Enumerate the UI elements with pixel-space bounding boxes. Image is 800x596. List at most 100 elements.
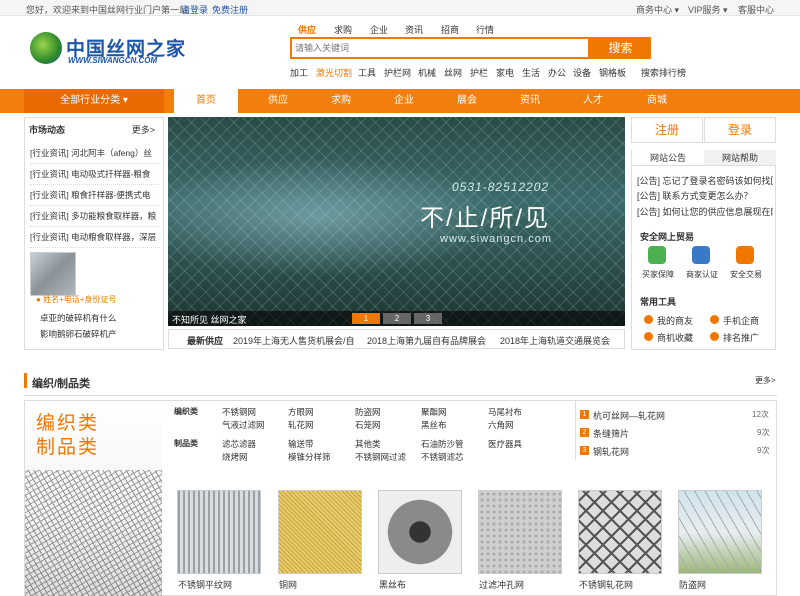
login-link[interactable]: 请登录 [181, 3, 208, 16]
hot-keyword[interactable]: 家电 [496, 66, 514, 79]
hot-keyword[interactable]: 护栏 [470, 66, 488, 79]
product-label[interactable]: 防盗网 [679, 578, 706, 591]
nav-item-company[interactable]: 企业 [372, 89, 436, 113]
notice-item[interactable]: [公告] 如何让您的供应信息展现在网 [637, 205, 773, 218]
category-link[interactable]: 其他类 [355, 438, 381, 450]
latest-supply-item[interactable]: 2018上海第九届自有品牌展会 [367, 334, 486, 347]
news-item[interactable]: [行业资讯] 河北阿丰（afeng）丝 [30, 143, 160, 164]
product-label[interactable]: 铜网 [279, 578, 297, 591]
hot-keyword[interactable]: 设备 [573, 66, 591, 79]
banner-dot[interactable]: 3 [414, 313, 442, 324]
category-link[interactable]: 马尾衬布 [488, 406, 522, 418]
nav-item-buy[interactable]: 求购 [309, 89, 373, 113]
site-logo[interactable]: 中国丝网之家 WWW.SIWANGCN.COM [30, 30, 190, 70]
category-link[interactable]: 不锈钢滤芯 [421, 451, 464, 463]
nav-item-mall[interactable]: 商城 [625, 89, 689, 113]
register-link[interactable]: 免费注册 [212, 3, 248, 16]
search-tab-supply[interactable]: 供应 [298, 23, 316, 36]
rank-item[interactable]: 钢轧花网 [593, 445, 629, 458]
product-image[interactable] [578, 490, 662, 574]
search-rank-link[interactable]: 搜索排行榜 [641, 66, 686, 79]
small-news-link[interactable]: 影响鹅卵石破碎机产 [40, 328, 117, 340]
register-button[interactable]: 注册 [631, 117, 703, 143]
small-news-link[interactable]: 卓亚的破碎机有什么 [40, 312, 117, 324]
nav-item-talent[interactable]: 人才 [561, 89, 625, 113]
hot-keyword[interactable]: 加工 [290, 66, 308, 79]
hot-keyword[interactable]: 丝网 [444, 66, 462, 79]
tool-mobile[interactable]: 手机企商 [723, 314, 759, 327]
hot-keyword[interactable]: 工具 [358, 66, 376, 79]
tab-site-help[interactable]: 网站帮助 [704, 150, 776, 166]
search-tab-buy[interactable]: 求购 [334, 23, 352, 36]
latest-supply-item[interactable]: 2018年上海轨道交通展览会 [500, 334, 610, 347]
category-link[interactable]: 不锈钢网过滤 [355, 451, 406, 463]
banner-dot[interactable]: 1 [352, 313, 380, 324]
search-input[interactable] [292, 39, 582, 57]
category-link[interactable]: 滤芯滤器 [222, 438, 256, 450]
ad-image[interactable] [30, 252, 76, 296]
hot-keyword[interactable]: 生活 [522, 66, 540, 79]
product-label[interactable]: 不锈钢平纹网 [178, 578, 232, 591]
hot-keyword[interactable]: 办公 [548, 66, 566, 79]
login-button[interactable]: 登录 [704, 117, 776, 143]
search-button[interactable]: 搜索 [590, 37, 651, 59]
category-link[interactable]: 气液过滤网 [222, 419, 265, 431]
all-categories-button[interactable]: 全部行业分类 ▾ [24, 89, 164, 113]
search-tab-investment[interactable]: 招商 [441, 23, 459, 36]
top-bar: 您好，欢迎来到中国丝网行业门户第一站 请登录 免费注册 商务中心 ▾ VIP服务… [0, 0, 800, 16]
hot-keyword[interactable]: 钢格板 [599, 66, 626, 79]
search-tab-market[interactable]: 行情 [476, 23, 494, 36]
notice-item[interactable]: [公告] 忘记了登录名密码该如何找回 [637, 174, 773, 187]
tool-my-friends[interactable]: 我的商友 [657, 314, 693, 327]
category-link[interactable]: 石油防沙管 [421, 438, 464, 450]
news-item[interactable]: [行业资讯] 电动粮食取样器，深层 [30, 227, 160, 248]
category-link[interactable]: 轧花网 [288, 419, 314, 431]
customer-service-link[interactable]: 客服中心 [738, 3, 774, 16]
hot-keyword[interactable]: 机械 [418, 66, 436, 79]
category-link[interactable]: 模锥分样筛 [288, 451, 331, 463]
category-link[interactable]: 不锈钢网 [222, 406, 256, 418]
vip-service-menu[interactable]: VIP服务 ▾ [688, 3, 728, 16]
rank-item[interactable]: 条缝筛片 [593, 427, 629, 440]
notice-item[interactable]: [公告] 联系方式变更怎么办？ [637, 189, 773, 202]
product-label[interactable]: 过滤冲孔网 [479, 578, 524, 591]
tool-favorites[interactable]: 商机收藏 [657, 331, 693, 344]
product-label[interactable]: 不锈钢轧花网 [579, 578, 633, 591]
search-tab-news[interactable]: 资讯 [405, 23, 423, 36]
hot-keyword[interactable]: 护栏网 [384, 66, 411, 79]
latest-supply-item[interactable]: 2019年上海无人售货机展会/自 [233, 334, 355, 347]
business-center-menu[interactable]: 商务中心 ▾ [636, 3, 679, 16]
product-image[interactable] [478, 490, 562, 574]
category-link[interactable]: 烧烤网 [222, 451, 248, 463]
product-image[interactable] [177, 490, 261, 574]
rank-item[interactable]: 杭可丝网—轧花网 [593, 409, 665, 422]
news-item[interactable]: [行业资讯] 多功能粮食取样器，粮 [30, 206, 160, 227]
nav-item-exhibition[interactable]: 展会 [435, 89, 499, 113]
category-link[interactable]: 医疗器具 [488, 438, 522, 450]
product-label[interactable]: 黑丝布 [379, 578, 406, 591]
tool-ranking[interactable]: 排名推广 [723, 331, 759, 344]
product-image[interactable] [378, 490, 462, 574]
news-item[interactable]: [行业资讯] 粮食扦样器-便携式电 [30, 185, 160, 206]
tab-site-notice[interactable]: 网站公告 [632, 150, 704, 166]
category-link[interactable]: 方眼网 [288, 406, 314, 418]
search-tab-company[interactable]: 企业 [370, 23, 388, 36]
hero-banner[interactable] [168, 117, 625, 326]
category-link[interactable]: 防盗网 [355, 406, 381, 418]
category-link[interactable]: 六角网 [488, 419, 514, 431]
news-item[interactable]: [行业资讯] 电动吸式扦样器-粮食 [30, 164, 160, 185]
nav-item-supply[interactable]: 供应 [246, 89, 310, 113]
product-image[interactable] [278, 490, 362, 574]
category-link[interactable]: 石笼网 [355, 419, 381, 431]
nav-item-home[interactable]: 首页 [174, 89, 238, 113]
shield-icon [648, 246, 666, 264]
nav-item-news[interactable]: 资讯 [498, 89, 562, 113]
market-news-more-link[interactable]: 更多> [132, 123, 155, 136]
category-link[interactable]: 黑丝布 [421, 419, 447, 431]
section-more-link[interactable]: 更多> [755, 375, 776, 386]
product-image[interactable] [678, 490, 762, 574]
category-link[interactable]: 输送带 [288, 438, 314, 450]
banner-dot[interactable]: 2 [383, 313, 411, 324]
hot-keyword[interactable]: 激光切割 [316, 66, 352, 79]
category-link[interactable]: 聚酯网 [421, 406, 447, 418]
